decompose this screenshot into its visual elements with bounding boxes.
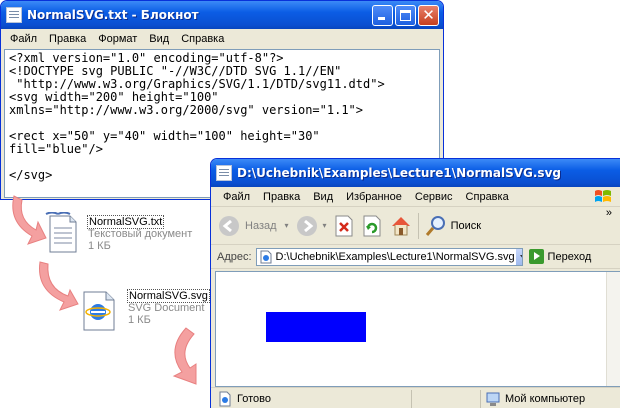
back-label: Назад xyxy=(245,219,277,232)
close-icon: ✕ xyxy=(422,6,435,24)
file-size: 1 КБ xyxy=(128,314,151,326)
arrow-txt-to-svg xyxy=(39,261,79,311)
menu-favorites[interactable]: Избранное xyxy=(340,191,409,203)
svg-file-small-icon xyxy=(260,250,272,263)
file-name: NormalSVG.svg xyxy=(127,289,210,303)
windows-logo-icon xyxy=(595,190,611,202)
toolbar-more-chevron-icon[interactable]: » xyxy=(606,207,612,219)
explorer-toolbar: Назад ▾ ▾ Поиск » xyxy=(211,207,620,245)
minimize-icon xyxy=(378,17,385,20)
address-input[interactable]: D:\Uchebnik\Examples\Lecture1\NormalSVG.… xyxy=(255,247,523,266)
menu-view[interactable]: Вид xyxy=(307,191,340,203)
arrow-notepad-to-txt xyxy=(12,195,47,245)
explorer-menubar: Файл Правка Вид Избранное Сервис Справка xyxy=(211,187,620,207)
stop-icon[interactable] xyxy=(333,214,355,238)
menu-file[interactable]: Файл xyxy=(4,33,43,45)
explorer-title: D:\Uchebnik\Examples\Lecture1\NormalSVG.… xyxy=(237,166,561,180)
minimize-button[interactable] xyxy=(372,5,393,26)
home-icon[interactable] xyxy=(389,214,413,238)
explorer-window: D:\Uchebnik\Examples\Lecture1\NormalSVG.… xyxy=(210,158,620,408)
back-arrow-icon xyxy=(219,215,239,236)
notepad-titlebar[interactable]: NormalSVG.txt - Блокнот ✕ xyxy=(1,1,443,29)
refresh-icon[interactable] xyxy=(361,214,383,238)
close-button[interactable]: ✕ xyxy=(418,5,439,26)
go-button[interactable]: Переход xyxy=(528,249,592,264)
menu-edit[interactable]: Правка xyxy=(257,191,307,203)
search-icon xyxy=(425,215,445,236)
file-size: 1 КБ xyxy=(88,240,111,252)
forward-button[interactable]: ▾ xyxy=(295,214,327,238)
maximize-icon xyxy=(400,10,411,21)
menu-file[interactable]: Файл xyxy=(217,191,257,203)
go-arrow-icon xyxy=(528,249,544,264)
status-bar: Готово Мой компьютер xyxy=(211,387,620,408)
vertical-scrollbar[interactable] xyxy=(606,272,620,386)
file-item-svg[interactable]: NormalSVG.svg SVG Document 1 КБ xyxy=(127,289,210,326)
page-done-icon xyxy=(219,391,231,406)
search-button[interactable]: Поиск xyxy=(424,214,481,238)
search-label: Поиск xyxy=(450,219,482,232)
svg-document-icon[interactable] xyxy=(80,290,118,332)
go-label: Переход xyxy=(547,250,592,263)
menu-view[interactable]: Вид xyxy=(143,33,175,45)
document-view[interactable] xyxy=(215,271,620,387)
menu-help[interactable]: Справка xyxy=(175,33,230,45)
my-computer-icon xyxy=(486,392,500,406)
maximize-button[interactable] xyxy=(395,5,416,26)
blue-rectangle xyxy=(266,312,366,342)
notepad-title: NormalSVG.txt - Блокнот xyxy=(27,8,199,22)
status-pane xyxy=(411,389,472,408)
back-dropdown-icon[interactable]: ▾ xyxy=(285,221,289,230)
back-button[interactable]: Назад ▾ xyxy=(217,214,289,238)
toolbar-separator xyxy=(417,212,419,239)
svg-canvas xyxy=(266,312,366,342)
status-text: Готово xyxy=(237,392,271,405)
address-label: Адрес: xyxy=(217,250,252,263)
address-bar: Адрес: D:\Uchebnik\Examples\Lecture1\Nor… xyxy=(211,245,620,269)
file-item-txt[interactable]: NormalSVG.txt Текстовый документ 1 КБ xyxy=(86,215,193,252)
arrow-svg-to-explorer xyxy=(172,327,197,385)
file-type: SVG Document xyxy=(128,302,205,314)
notepad-icon xyxy=(6,7,22,23)
explorer-titlebar[interactable]: D:\Uchebnik\Examples\Lecture1\NormalSVG.… xyxy=(211,159,620,187)
menu-help[interactable]: Справка xyxy=(460,191,516,203)
notepad-menubar: Файл Правка Формат Вид Справка xyxy=(1,29,443,49)
forward-dropdown-icon[interactable]: ▾ xyxy=(323,221,327,230)
file-name: NormalSVG.txt xyxy=(86,215,165,229)
menu-edit[interactable]: Правка xyxy=(43,33,92,45)
menu-format[interactable]: Формат xyxy=(92,33,143,45)
address-dropdown-icon[interactable] xyxy=(514,248,522,265)
text-document-icon[interactable] xyxy=(44,212,78,254)
address-value: D:\Uchebnik\Examples\Lecture1\NormalSVG.… xyxy=(275,250,515,263)
file-type: Текстовый документ xyxy=(88,228,193,240)
menu-tools[interactable]: Сервис xyxy=(409,191,460,203)
zone-text: Мой компьютер xyxy=(505,392,586,405)
forward-arrow-icon xyxy=(296,215,317,236)
explorer-icon xyxy=(216,165,232,181)
